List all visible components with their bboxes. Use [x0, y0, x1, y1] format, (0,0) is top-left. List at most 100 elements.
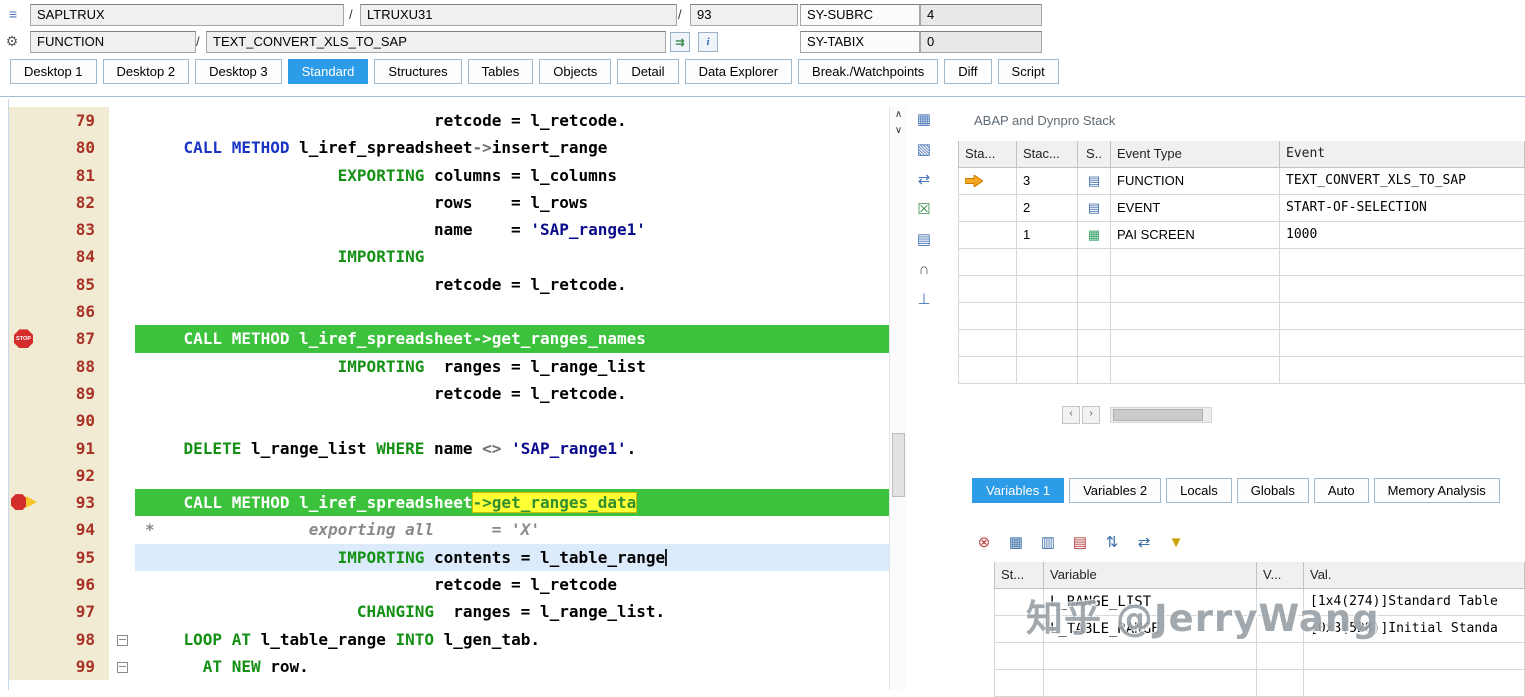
- tab-diff[interactable]: Diff: [944, 59, 992, 84]
- line-number[interactable]: 94: [39, 516, 109, 544]
- line-number[interactable]: 98: [39, 625, 109, 653]
- code-line-86[interactable]: 86: [9, 298, 889, 326]
- tab-desktop-1[interactable]: Desktop 1: [10, 59, 97, 84]
- line-number[interactable]: 97: [39, 598, 109, 626]
- fold-toggle-icon[interactable]: [117, 661, 128, 673]
- stack-row[interactable]: 2 ▤ EVENT START-OF-SELECTION: [958, 195, 1525, 222]
- line-number[interactable]: 86: [39, 298, 109, 326]
- breakpoint-stop-icon[interactable]: STOP: [14, 329, 33, 349]
- code-text[interactable]: IMPORTING ranges = l_range_list: [135, 353, 889, 380]
- tab-variables-1[interactable]: Variables 1: [972, 478, 1065, 503]
- code-line-83[interactable]: 83 name = 'SAP_range1': [9, 216, 889, 244]
- include-field[interactable]: LTRUXU31: [360, 4, 677, 26]
- code-line-88[interactable]: 88 IMPORTING ranges = l_range_list: [9, 352, 889, 380]
- table-remove-icon[interactable]: ▤: [1070, 532, 1090, 552]
- line-number[interactable]: 96: [39, 571, 109, 599]
- tab-objects[interactable]: Objects: [539, 59, 612, 84]
- line-number[interactable]: 90: [39, 407, 109, 435]
- line-number[interactable]: 83: [39, 216, 109, 244]
- code-text[interactable]: name = 'SAP_range1': [135, 216, 889, 243]
- line-number[interactable]: 79: [39, 107, 109, 135]
- code-text[interactable]: retcode = l_retcode.: [135, 380, 889, 407]
- create-entry-icon[interactable]: ▧: [914, 139, 934, 159]
- fold-cell[interactable]: [109, 653, 135, 680]
- gear-icon[interactable]: ⚙: [3, 32, 21, 50]
- line-number[interactable]: 84: [39, 243, 109, 271]
- code-line-93[interactable]: 93 CALL METHOD l_iref_spreadsheet->get_r…: [9, 489, 889, 517]
- code-line-99[interactable]: 99 AT NEW row.: [9, 652, 889, 681]
- line-number[interactable]: 88: [39, 352, 109, 380]
- sort-icon[interactable]: ⇄: [1134, 532, 1154, 552]
- variables-column-header[interactable]: St...: [994, 562, 1044, 589]
- line-number[interactable]: 92: [39, 461, 109, 490]
- tab-data-explorer[interactable]: Data Explorer: [684, 59, 793, 84]
- code-text[interactable]: CHANGING ranges = l_range_list.: [135, 598, 889, 625]
- tab-globals[interactable]: Globals: [1236, 478, 1309, 503]
- code-line-80[interactable]: 80 CALL METHOD l_iref_spreadsheet->inser…: [9, 134, 889, 162]
- headset-icon[interactable]: ∩: [914, 259, 934, 279]
- code-line-90[interactable]: 90: [9, 407, 889, 435]
- scroll-up-icon[interactable]: ∧: [890, 107, 907, 123]
- code-line-84[interactable]: 84 IMPORTING: [9, 243, 889, 271]
- code-text[interactable]: DELETE l_range_list WHERE name <> 'SAP_r…: [135, 435, 889, 462]
- swap-icon[interactable]: ⇄: [914, 169, 934, 189]
- code-text[interactable]: retcode = l_retcode.: [135, 107, 889, 134]
- code-line-81[interactable]: 81 EXPORTING columns = l_columns: [9, 161, 889, 189]
- code-text[interactable]: IMPORTING contents = l_table_range: [135, 543, 889, 572]
- code-line-94[interactable]: 94 * exporting all = 'X': [9, 516, 889, 544]
- table-settings-icon[interactable]: ▦: [1006, 532, 1026, 552]
- variables-column-header[interactable]: Variable: [1044, 562, 1257, 589]
- code-line-97[interactable]: 97 CHANGING ranges = l_range_list.: [9, 598, 889, 626]
- table-copy-icon[interactable]: ▥: [1038, 532, 1058, 552]
- code-line-87[interactable]: STOP 87 CALL METHOD l_iref_spreadsheet->g…: [9, 325, 889, 353]
- code-text[interactable]: * exporting all = 'X': [135, 516, 889, 543]
- code-text[interactable]: CALL METHOD l_iref_spreadsheet->get_rang…: [135, 325, 889, 353]
- fold-toggle-icon[interactable]: [117, 634, 128, 646]
- line-number[interactable]: 85: [39, 270, 109, 299]
- code-line-92[interactable]: 92: [9, 461, 889, 490]
- stack-column-header[interactable]: Stac...: [1017, 141, 1078, 168]
- line-number[interactable]: 95: [39, 543, 109, 572]
- line-number[interactable]: 82: [39, 188, 109, 217]
- code-line-79[interactable]: 79 retcode = l_retcode.: [9, 107, 889, 135]
- filter-icon[interactable]: ▼: [1166, 532, 1186, 552]
- hierarchy-icon[interactable]: ⊥: [914, 289, 934, 309]
- stack-column-header[interactable]: Event: [1280, 141, 1525, 168]
- tab-desktop-2[interactable]: Desktop 2: [102, 59, 190, 84]
- variables-column-header[interactable]: Val.: [1304, 562, 1525, 589]
- tab-break-watchpoints[interactable]: Break./Watchpoints: [798, 59, 939, 84]
- object-type-field[interactable]: FUNCTION: [30, 31, 196, 53]
- scrollbar-track[interactable]: [1110, 407, 1212, 423]
- scroll-right-icon[interactable]: ›: [1082, 406, 1100, 424]
- info-icon[interactable]: i: [698, 32, 718, 52]
- stack-column-header[interactable]: Sta...: [958, 141, 1017, 168]
- code-text[interactable]: [135, 462, 889, 489]
- fold-cell[interactable]: [109, 626, 135, 653]
- delete-variables-icon[interactable]: ⊗: [974, 532, 994, 552]
- variables-column-header[interactable]: V...: [1257, 562, 1304, 589]
- code-text[interactable]: rows = l_rows: [135, 189, 889, 216]
- line-number[interactable]: 87: [39, 325, 109, 353]
- code-line-85[interactable]: 85 retcode = l_retcode.: [9, 270, 889, 299]
- spreadsheet-icon[interactable]: ☒: [914, 199, 934, 219]
- code-text[interactable]: CALL METHOD l_iref_spreadsheet->get_rang…: [135, 489, 889, 517]
- tab-detail[interactable]: Detail: [617, 59, 679, 84]
- transfer-table-icon[interactable]: ⇉: [670, 32, 690, 52]
- tab-tables[interactable]: Tables: [467, 59, 534, 84]
- code-line-91[interactable]: 91 DELETE l_range_list WHERE name <> 'SA…: [9, 434, 889, 462]
- scroll-down-icon[interactable]: ∨: [890, 123, 907, 139]
- code-line-96[interactable]: 96 retcode = l_retcode: [9, 571, 889, 599]
- line-number[interactable]: 93: [39, 489, 109, 517]
- line-number[interactable]: 91: [39, 434, 109, 462]
- rows-icon[interactable]: ▤: [914, 229, 934, 249]
- stack-column-header[interactable]: Event Type: [1111, 141, 1280, 168]
- tab-memory-analysis[interactable]: Memory Analysis: [1373, 478, 1500, 503]
- tab-standard[interactable]: Standard: [287, 59, 369, 84]
- code-line-98[interactable]: 98 LOOP AT l_table_range INTO l_gen_tab.: [9, 625, 889, 653]
- line-number[interactable]: 89: [39, 379, 109, 408]
- scrollbar-thumb[interactable]: [1113, 409, 1203, 421]
- scroll-left-icon[interactable]: ‹: [1062, 406, 1080, 424]
- tab-desktop-3[interactable]: Desktop 3: [195, 59, 282, 84]
- main-program-field[interactable]: SAPLTRUX: [30, 4, 344, 26]
- line-number[interactable]: 80: [39, 134, 109, 162]
